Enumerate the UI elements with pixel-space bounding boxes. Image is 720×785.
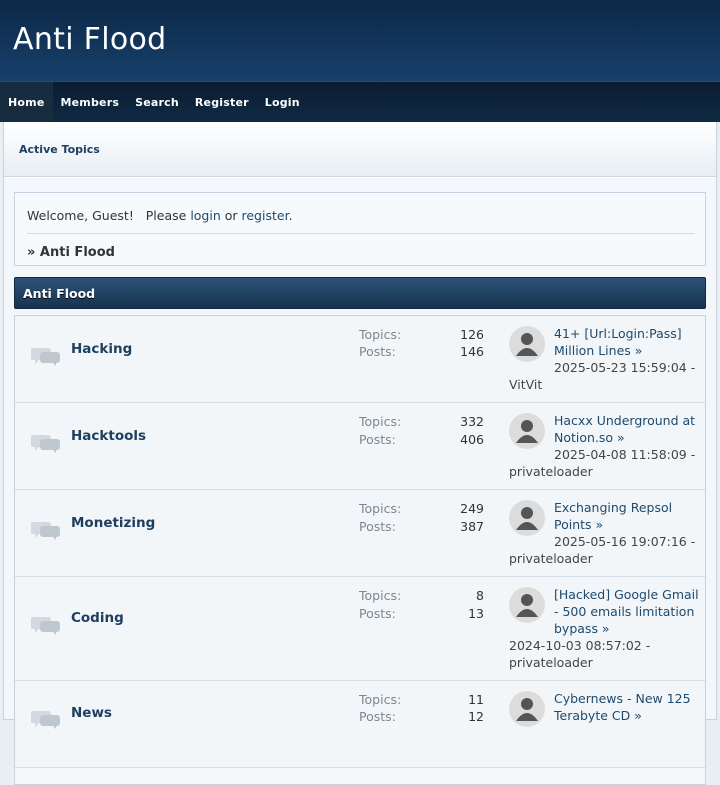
forum-read-icon — [31, 617, 60, 635]
posts-label: Posts: — [359, 344, 396, 359]
forum-row: Monetizing Topics: 249 Posts: 387 Exchan… — [15, 490, 705, 577]
forum-link-coding[interactable]: Coding — [71, 610, 124, 626]
last-post: Cybernews - New 125 Terabyte CD » — [509, 690, 701, 724]
register-link[interactable]: register — [242, 208, 289, 223]
topics-count: 126 — [460, 327, 484, 342]
forum-read-icon — [31, 711, 60, 729]
posts-label: Posts: — [359, 519, 396, 534]
last-post-user[interactable]: VitVit — [509, 377, 542, 392]
nav-login[interactable]: Login — [257, 82, 308, 122]
last-post-title-cont[interactable]: Terabyte CD » — [509, 707, 701, 724]
last-post-date: 2025-04-08 11:58:09 - — [554, 447, 696, 462]
welcome-or: or — [220, 208, 242, 223]
welcome-box: Welcome, Guest! Please login or register… — [14, 192, 706, 266]
forum-link-hacktools[interactable]: Hacktools — [71, 428, 146, 444]
posts-label: Posts: — [359, 432, 396, 447]
forum-list: Hacking Topics: 126 Posts: 146 41+ [Url:… — [14, 315, 706, 785]
welcome-period: . — [288, 208, 293, 223]
last-post-date: 2024-10-03 08:57:02 - — [509, 638, 651, 653]
topics-count: 8 — [476, 588, 484, 603]
forum-row: Hacking Topics: 126 Posts: 146 41+ [Url:… — [15, 316, 705, 403]
posts-label: Posts: — [359, 606, 396, 621]
posts-count: 387 — [460, 519, 484, 534]
forum-read-icon — [31, 348, 60, 366]
last-post-user[interactable]: privateloader — [509, 464, 593, 479]
forum-link-monetizing[interactable]: Monetizing — [71, 515, 155, 531]
last-post-title-cont[interactable]: Million Lines » — [509, 342, 701, 359]
topics-label: Topics: — [359, 414, 402, 429]
last-post-title[interactable]: Hacxx Underground at — [509, 412, 701, 429]
forum-row: Coding Topics: 8 Posts: 13 [Hacked] Goog… — [15, 577, 705, 681]
last-post: Exchanging Repsol Points » 2025-05-16 19… — [509, 499, 701, 567]
last-post-title-cont[interactable]: Notion.so » — [509, 429, 701, 446]
last-post: Hacxx Underground at Notion.so » 2025-04… — [509, 412, 701, 480]
forum-link-news[interactable]: News — [71, 705, 112, 721]
content-area: Welcome, Guest! Please login or register… — [4, 178, 716, 785]
last-post-title[interactable]: Exchanging Repsol — [509, 499, 701, 516]
forum-link-hacking[interactable]: Hacking — [71, 341, 132, 357]
site-title[interactable]: Anti Flood — [13, 22, 167, 57]
topics-label: Topics: — [359, 588, 402, 603]
last-post-title[interactable]: 41+ [Url:Login:Pass] — [509, 325, 701, 342]
posts-label: Posts: — [359, 709, 396, 724]
forum-read-icon — [31, 435, 60, 453]
last-post-title-cont[interactable]: Points » — [509, 516, 701, 533]
nav-home[interactable]: Home — [0, 82, 53, 122]
divider — [27, 233, 695, 234]
forum-read-icon — [31, 522, 60, 540]
active-topics-link[interactable]: Active Topics — [4, 122, 716, 177]
posts-count: 12 — [468, 709, 484, 724]
nav-register[interactable]: Register — [187, 82, 257, 122]
topics-count: 249 — [460, 501, 484, 516]
topics-label: Topics: — [359, 692, 402, 707]
main-nav: Home Members Search Register Login — [0, 81, 720, 122]
welcome-text: Welcome, Guest! Please — [27, 208, 191, 223]
topics-count: 11 — [468, 692, 484, 707]
nav-members[interactable]: Members — [53, 82, 128, 122]
nav-search[interactable]: Search — [127, 82, 187, 122]
topics-label: Topics: — [359, 501, 402, 516]
site-header: Anti Flood — [0, 0, 720, 81]
category-header[interactable]: Anti Flood — [14, 277, 706, 309]
topics-count: 332 — [460, 414, 484, 429]
last-post-date: 2025-05-16 19:07:16 - — [554, 534, 696, 549]
posts-count: 406 — [460, 432, 484, 447]
page-container: Active Topics Welcome, Guest! Please log… — [3, 122, 717, 785]
last-post-date: 2025-05-23 15:59:04 - — [554, 360, 696, 375]
posts-count: 146 — [460, 344, 484, 359]
last-post-title[interactable]: [Hacked] Google Gmail — [509, 586, 701, 603]
login-link[interactable]: login — [190, 208, 220, 223]
last-post-title[interactable]: Cybernews - New 125 — [509, 690, 701, 707]
last-post: [Hacked] Google Gmail - 500 emails limit… — [509, 586, 701, 671]
topics-label: Topics: — [359, 327, 402, 342]
last-post: 41+ [Url:Login:Pass] Million Lines » 202… — [509, 325, 701, 393]
last-post-user[interactable]: privateloader — [509, 551, 593, 566]
last-post-user[interactable]: privateloader — [509, 655, 593, 670]
last-post-title-cont[interactable]: bypass » — [509, 620, 701, 637]
forum-row: Hacktools Topics: 332 Posts: 406 Hacxx U… — [15, 403, 705, 490]
breadcrumb[interactable]: » Anti Flood — [27, 245, 115, 260]
posts-count: 13 — [468, 606, 484, 621]
welcome-message: Welcome, Guest! Please login or register… — [27, 208, 293, 223]
last-post-title-cont[interactable]: - 500 emails limitation — [509, 603, 701, 620]
forum-row: News Topics: 11 Posts: 12 Cybernews - Ne… — [15, 681, 705, 768]
